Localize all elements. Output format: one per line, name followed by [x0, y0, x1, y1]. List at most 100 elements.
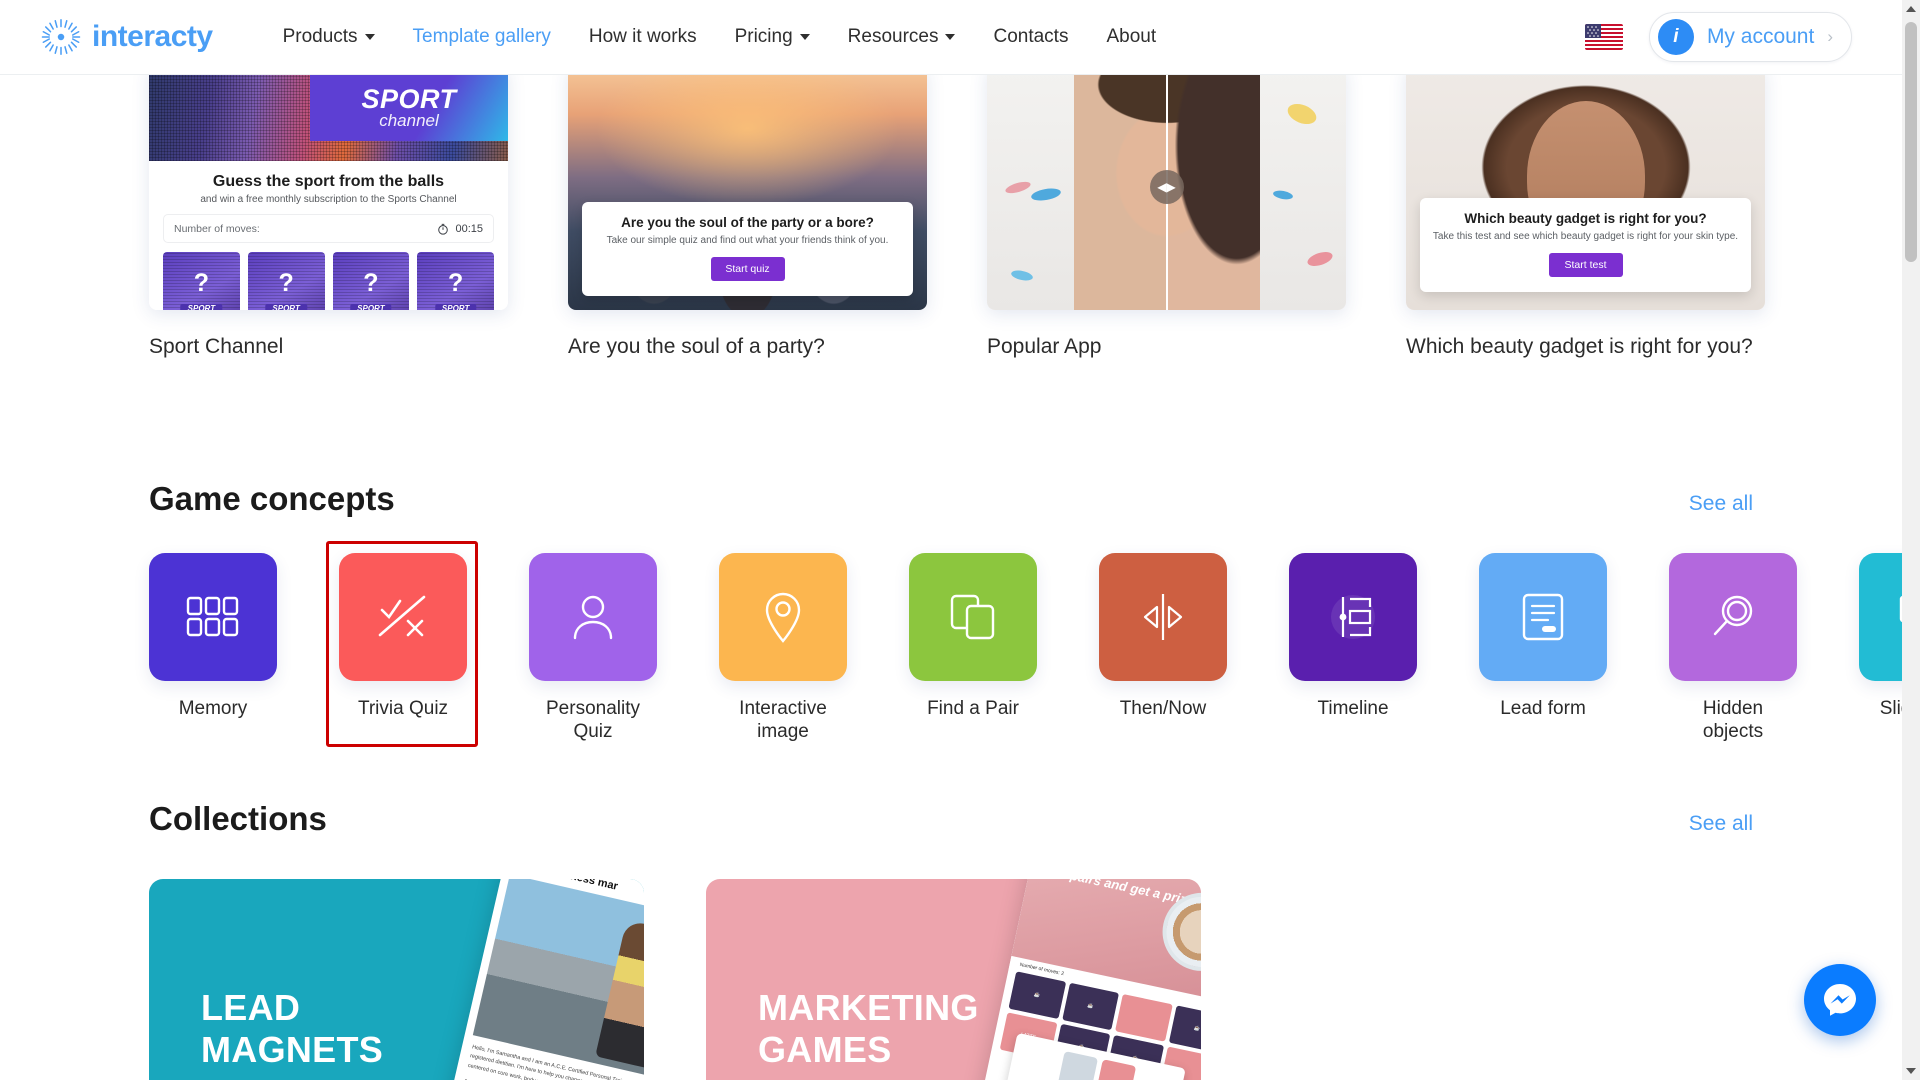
scrollbar-thumb[interactable] [1905, 22, 1917, 262]
collection-card-lead-magnets[interactable]: LEAD MAGNETS Summer fitness mar Hello, I… [149, 879, 644, 1080]
tile-swatch [719, 553, 847, 681]
concept-tile-lead-form[interactable]: Lead form [1479, 553, 1607, 743]
sport-brand-sub: channel [379, 110, 439, 130]
template-thumbnail[interactable]: Which beauty gadget is right for you? Ta… [1406, 65, 1765, 310]
us-flag-icon[interactable] [1584, 24, 1623, 50]
template-card-row: SPORT channel Guess the sport from the b… [149, 65, 1765, 359]
card-brand: SPORTchannel [265, 304, 307, 310]
brand-name: interacty [92, 20, 213, 53]
template-card[interactable]: Are you the soul of the party or a bore?… [568, 65, 927, 359]
nav-label: Template gallery [412, 26, 551, 47]
nav-item-contacts[interactable]: Contacts [993, 26, 1068, 48]
avatar: i [1657, 19, 1694, 55]
card-brand: SPORTchannel [180, 304, 223, 310]
concept-tile-memory[interactable]: Memory [149, 553, 277, 743]
game-card: ☕ [1168, 1005, 1201, 1053]
memory-card-grid: ? SPORTchannel ? SPORTchannel ? SPORTcha… [163, 252, 494, 310]
template-subheading: Take this test and see which beauty gadg… [1432, 231, 1739, 242]
map-pin-icon [765, 592, 801, 643]
tile-swatch [1289, 553, 1417, 681]
section-title: Game concepts [149, 480, 395, 517]
nav-label: How it works [588, 26, 697, 47]
template-heading: Guess the sport from the balls [212, 173, 445, 190]
game-concepts-header: Game concepts See all [149, 480, 1753, 518]
pair-card [1054, 1050, 1098, 1080]
tile-swatch [339, 553, 467, 681]
memory-card[interactable]: ? SPORTchannel [332, 252, 410, 310]
see-all-game-concepts[interactable]: See all [1689, 492, 1753, 516]
caret-down-icon[interactable] [1902, 1062, 1920, 1080]
concept-tile-trivia-quiz[interactable]: Trivia Quiz [326, 541, 478, 747]
card-brand: SPORTchannel [350, 304, 392, 310]
my-account-label: My account [1706, 25, 1815, 48]
card-face: ? [447, 268, 464, 297]
start-test-button[interactable]: Start test [1548, 253, 1623, 277]
page-root: interacty Products Template gallery How … [0, 0, 1920, 1080]
chevron-down-icon [945, 34, 956, 40]
grid-cards-icon [186, 596, 239, 637]
concept-tile-find-a-pair[interactable]: Find a Pair [909, 553, 1037, 743]
radial-burst-icon [40, 16, 82, 58]
concept-tile-hidden-objects[interactable]: Hidden objects [1669, 553, 1797, 743]
magnifier-icon [1713, 595, 1753, 636]
chevron-right-icon: › [1827, 27, 1833, 46]
collection-card-marketing-games[interactable]: MARKETING GAMES MEMORY GAME Find pairs a… [706, 879, 1201, 1080]
concept-label: Trivia Quiz [357, 698, 449, 719]
concept-label: Hidden objects [1702, 698, 1764, 743]
collections-list: LEAD MAGNETS Summer fitness mar Hello, I… [149, 879, 1201, 1080]
see-all-collections[interactable]: See all [1689, 812, 1753, 836]
chevron-down-icon [364, 34, 375, 40]
memory-card[interactable]: ? SPORTchannel [417, 252, 494, 310]
stopwatch-icon [438, 223, 449, 235]
scrollbar[interactable] [1902, 0, 1920, 1080]
document-form-icon [1522, 593, 1564, 641]
nav-item-pricing[interactable]: Pricing [735, 26, 810, 48]
chevron-down-icon [799, 34, 810, 40]
template-thumbnail[interactable]: ◀▶ [987, 65, 1346, 310]
memory-card[interactable]: ? SPORTchannel [163, 252, 240, 310]
concept-label: Then/Now [1119, 698, 1207, 719]
logo-link[interactable]: interacty [40, 16, 213, 58]
template-thumbnail[interactable]: SPORT channel Guess the sport from the b… [149, 65, 508, 310]
tile-swatch [909, 553, 1037, 681]
caret-up-icon[interactable] [1902, 0, 1920, 18]
nav-item-how-it-works[interactable]: How it works [589, 26, 697, 48]
lead-magnet-flyer: Summer fitness mar Hello, I'm Samantha a… [440, 879, 644, 1080]
concept-tile-then-now[interactable]: Then/Now [1099, 553, 1227, 743]
tile-swatch [1479, 553, 1607, 681]
quiz-panel: Which beauty gadget is right for you? Ta… [1420, 198, 1751, 292]
before-after-slider-icon[interactable]: ◀▶ [1149, 170, 1184, 204]
template-heading: Which beauty gadget is right for you? [1464, 211, 1707, 226]
tile-swatch [1099, 553, 1227, 681]
nav-item-products[interactable]: Products [283, 26, 375, 48]
concept-tile-interactive-image[interactable]: Interactive image [719, 553, 847, 743]
sport-brand-badge: SPORT channel [310, 73, 508, 141]
template-card[interactable]: SPORT channel Guess the sport from the b… [149, 65, 508, 359]
two-cards-icon [950, 594, 995, 640]
nav-label: About [1106, 26, 1157, 47]
template-thumbnail[interactable]: Are you the soul of the party or a bore?… [568, 65, 927, 310]
concept-tile-timeline[interactable]: Timeline [1289, 553, 1417, 743]
start-quiz-button[interactable]: Start quiz [710, 257, 785, 281]
nav-label: Products [282, 26, 358, 47]
collection-label: MARKETING GAMES [758, 987, 979, 1071]
messenger-glyph [1824, 984, 1856, 1016]
concept-label: Lead form [1500, 698, 1586, 719]
timeline-icon [1331, 595, 1375, 639]
template-title: Popular App [987, 335, 1102, 358]
nav-item-resources[interactable]: Resources [848, 26, 956, 48]
concept-label: Timeline [1317, 698, 1389, 719]
nav-item-about[interactable]: About [1106, 26, 1156, 48]
concept-tile-personality-quiz[interactable]: Personality Quiz [529, 553, 657, 743]
timer-group: 00:15 [437, 223, 483, 235]
nav-label: Resources [847, 26, 939, 47]
nav-item-template-gallery[interactable]: Template gallery [413, 26, 551, 48]
tile-swatch [149, 553, 277, 681]
facebook-messenger-icon[interactable] [1804, 964, 1876, 1036]
my-account-button[interactable]: i My account › [1648, 12, 1852, 62]
memory-card[interactable]: ? SPORTchannel [247, 252, 325, 310]
sport-body: Guess the sport from the balls and win a… [149, 161, 508, 310]
nav-label: Contacts [993, 26, 1069, 47]
template-card[interactable]: ◀▶ Popular App [987, 65, 1346, 359]
template-card[interactable]: Which beauty gadget is right for you? Ta… [1406, 65, 1765, 359]
